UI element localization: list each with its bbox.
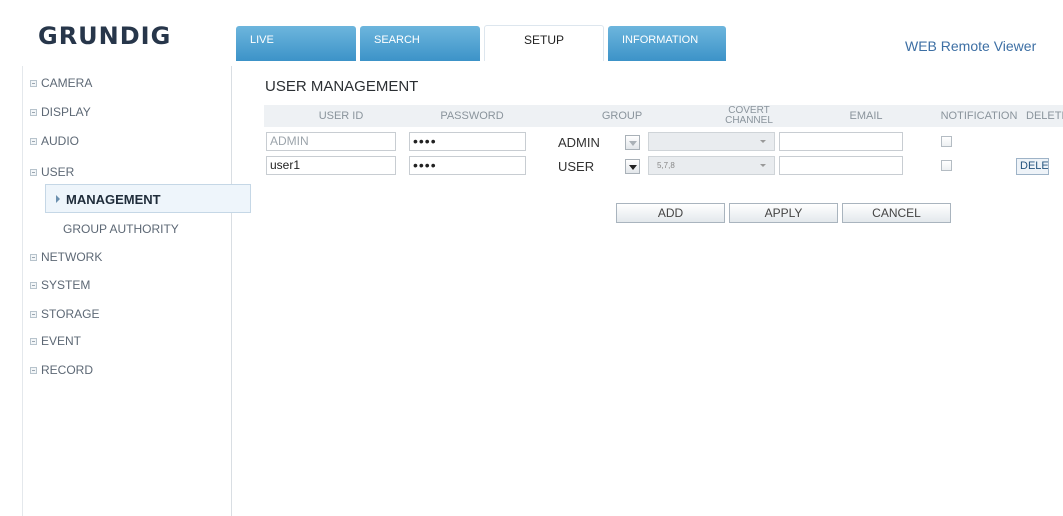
- table-header: USER ID PASSWORD GROUP COVERT CHANNEL EM…: [264, 105, 1063, 127]
- sidebar-item-label: USER: [41, 165, 75, 179]
- sidebar-item-label: AUDIO: [41, 134, 80, 148]
- bullet-icon: [30, 138, 37, 145]
- add-button[interactable]: ADD: [616, 203, 725, 223]
- sidebar-item-system[interactable]: SYSTEM: [23, 273, 233, 297]
- brand-logo: GRUNDIG: [38, 22, 172, 50]
- covert-header-line2: CHANNEL: [725, 115, 773, 126]
- sidebar-subitem-label: MANAGEMENT: [66, 192, 161, 207]
- tab-setup[interactable]: SETUP: [484, 25, 604, 61]
- sidebar-subitem-management[interactable]: MANAGEMENT: [45, 184, 251, 213]
- sidebar-item-user[interactable]: USER: [23, 160, 233, 184]
- remote-viewer-title: WEB Remote Viewer: [905, 38, 1037, 54]
- bullet-icon: [30, 367, 37, 374]
- sidebar-item-audio[interactable]: AUDIO: [23, 129, 233, 153]
- column-header-covert-channel: COVERT CHANNEL: [704, 106, 794, 128]
- notification-checkbox[interactable]: [941, 136, 952, 147]
- tab-information[interactable]: INFORMATION: [608, 26, 726, 61]
- covert-channel-select[interactable]: [648, 132, 775, 151]
- column-header-delete: DELETE: [1026, 110, 1063, 122]
- sidebar-item-camera[interactable]: CAMERA: [23, 71, 233, 95]
- main-panel: USER MANAGEMENT USER ID PASSWORD GROUP C…: [233, 66, 1063, 516]
- user-id-field[interactable]: ADMIN: [266, 132, 396, 151]
- tab-search[interactable]: SEARCH: [360, 26, 480, 61]
- bullet-icon: [30, 80, 37, 87]
- bullet-icon: [30, 109, 37, 116]
- column-header-password: PASSWORD: [440, 110, 504, 122]
- sidebar-item-label: RECORD: [41, 363, 94, 377]
- cancel-button[interactable]: CANCEL: [842, 203, 951, 223]
- bullet-icon: [30, 338, 37, 345]
- column-header-email: EMAIL: [849, 110, 883, 122]
- sidebar-item-label: EVENT: [41, 334, 82, 348]
- bullet-icon: [30, 282, 37, 289]
- delete-button[interactable]: DELETE: [1016, 158, 1049, 175]
- sidebar-subitem-label: GROUP AUTHORITY: [63, 222, 179, 236]
- sidebar-item-label: SYSTEM: [41, 278, 91, 292]
- group-value: USER: [558, 159, 595, 174]
- group-dropdown-icon[interactable]: [625, 135, 640, 150]
- tab-live[interactable]: LIVE: [236, 26, 356, 61]
- bullet-icon: [30, 169, 37, 176]
- covert-channel-select[interactable]: 5,7,8: [648, 156, 775, 175]
- group-value: ADMIN: [558, 135, 600, 150]
- sidebar-item-display[interactable]: DISPLAY: [23, 100, 233, 124]
- apply-button[interactable]: APPLY: [729, 203, 838, 223]
- email-field[interactable]: [779, 156, 903, 175]
- sidebar-item-storage[interactable]: STORAGE: [23, 302, 233, 326]
- sidebar-item-label: STORAGE: [41, 307, 100, 321]
- sidebar-subitem-group-authority[interactable]: GROUP AUTHORITY: [45, 215, 251, 244]
- notification-checkbox[interactable]: [941, 160, 952, 171]
- password-field[interactable]: ••••: [409, 132, 526, 151]
- page-title: USER MANAGEMENT: [265, 78, 419, 95]
- sidebar-item-network[interactable]: NETWORK: [23, 245, 233, 269]
- column-header-notification: NOTIFICATION: [940, 110, 1018, 122]
- bullet-icon: [30, 254, 37, 261]
- arrow-right-icon: [56, 195, 60, 203]
- group-dropdown-icon[interactable]: [625, 159, 640, 174]
- user-id-field[interactable]: user1: [266, 156, 396, 175]
- column-header-user-id: USER ID: [318, 110, 364, 122]
- sidebar-item-label: CAMERA: [41, 76, 93, 90]
- sidebar-item-label: NETWORK: [41, 250, 103, 264]
- bullet-icon: [30, 311, 37, 318]
- sidebar-item-record[interactable]: RECORD: [23, 358, 233, 382]
- email-field[interactable]: [779, 132, 903, 151]
- sidebar-item-label: DISPLAY: [41, 105, 91, 119]
- password-field[interactable]: ••••: [409, 156, 526, 175]
- column-header-group: GROUP: [601, 110, 643, 122]
- sidebar-item-event[interactable]: EVENT: [23, 329, 233, 353]
- sidebar: CAMERA DISPLAY AUDIO USER MANAGEMENT GRO…: [22, 66, 251, 516]
